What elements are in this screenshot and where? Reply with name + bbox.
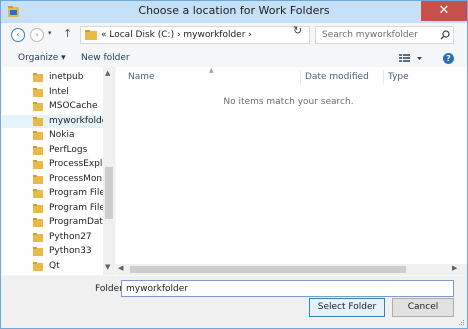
- sidebar-item-label: Nokia: [49, 130, 75, 140]
- file-list-pane: ▲ Name Date modified Type No items match…: [116, 67, 467, 275]
- breadcrumb[interactable]: « Local Disk (C:) › myworkfolder ›: [101, 30, 252, 40]
- scroll-down-icon[interactable]: ▼: [105, 263, 110, 271]
- sidebar-item[interactable]: Program Files: [2, 187, 110, 200]
- sidebar-item[interactable]: MSOCache: [2, 100, 103, 113]
- sidebar-item[interactable]: Python33: [2, 245, 103, 258]
- refresh-button[interactable]: ↻: [293, 24, 302, 37]
- folder-icon: [33, 218, 43, 227]
- back-button[interactable]: ‹: [11, 28, 25, 42]
- sidebar-item[interactable]: Nokia: [2, 129, 103, 142]
- sidebar-item-label: MSOCache: [49, 101, 98, 111]
- folder-icon: [33, 189, 43, 198]
- scrollbar-thumb[interactable]: [130, 266, 406, 273]
- sidebar-item-label: Python33: [49, 246, 92, 256]
- search-box[interactable]: Search myworkfolder: [315, 26, 454, 44]
- sidebar-item-label: Python27: [49, 231, 92, 242]
- folder-icon: [33, 261, 43, 271]
- sidebar-item[interactable]: Qt: [2, 260, 103, 273]
- column-divider[interactable]: [383, 70, 384, 84]
- cancel-button[interactable]: Cancel: [392, 298, 454, 317]
- scroll-left-icon[interactable]: ◀: [118, 264, 123, 272]
- sort-ascending-icon: ▲: [209, 67, 214, 74]
- sidebar-item[interactable]: Program Files (: [2, 202, 115, 215]
- folder-icon: [33, 131, 43, 140]
- select-folder-button[interactable]: Select Folder: [309, 298, 385, 317]
- recent-locations-button[interactable]: ▾: [48, 29, 52, 37]
- column-header-name[interactable]: Name: [128, 72, 155, 82]
- sidebar-item[interactable]: Python27: [2, 231, 103, 244]
- scroll-up-icon[interactable]: ▲: [105, 69, 110, 77]
- folder-icon: [85, 30, 97, 40]
- column-divider[interactable]: [300, 70, 301, 84]
- column-header-date-modified[interactable]: Date modified: [305, 72, 369, 82]
- folder-icon: [33, 174, 43, 184]
- sidebar-item[interactable]: inetpub: [2, 71, 103, 84]
- empty-message: No items match your search.: [223, 97, 354, 107]
- folder-picker-dialog: Choose a location for Work Folders ✕ ‹ ›…: [0, 0, 468, 329]
- sidebar-item-label: Intel: [49, 86, 69, 97]
- resize-grip-icon[interactable]: [459, 320, 465, 326]
- nav-vertical-scrollbar[interactable]: ▲ ▼: [103, 67, 115, 275]
- title-bar[interactable]: Choose a location for Work Folders ✕: [1, 1, 467, 23]
- close-button[interactable]: ✕: [421, 1, 467, 21]
- sidebar-item-label: PerfLogs: [49, 144, 88, 155]
- sidebar-item-label: Qt: [49, 260, 60, 271]
- search-icon[interactable]: [440, 30, 450, 40]
- folder-icon: [33, 87, 43, 97]
- content-horizontal-scrollbar[interactable]: ◀ ▶: [116, 264, 467, 275]
- folder-name-input[interactable]: [121, 280, 454, 297]
- folder-icon: [33, 73, 43, 82]
- sidebar-item-label: myworkfolder: [49, 115, 111, 126]
- window-title: Choose a location for Work Folders: [138, 4, 330, 17]
- column-header-type[interactable]: Type: [388, 72, 409, 82]
- command-toolbar: Organize ▾ New folder ?: [1, 48, 467, 68]
- folder-icon: [33, 232, 43, 242]
- sidebar-item[interactable]: ProcessMonito: [2, 173, 114, 186]
- search-input[interactable]: Search myworkfolder: [322, 30, 418, 40]
- sidebar-item-label: inetpub: [49, 72, 84, 82]
- help-button[interactable]: ?: [443, 53, 454, 64]
- up-button[interactable]: ↑: [63, 27, 72, 40]
- new-folder-button[interactable]: New folder: [81, 53, 130, 63]
- folder-icon: [33, 203, 43, 213]
- scrollbar-thumb[interactable]: [105, 167, 113, 219]
- folder-icon: [33, 160, 43, 169]
- folder-icon: [33, 116, 43, 126]
- sidebar-item[interactable]: Intel: [2, 86, 103, 99]
- folder-icon: [33, 102, 43, 111]
- sidebar-item-label: Program Files: [49, 188, 110, 198]
- folder-icon: [33, 145, 43, 155]
- sidebar-item[interactable]: ProgramData: [2, 216, 108, 229]
- navigation-pane: inetpub Intel MSOCache myworkfolder Nokia Per…: [2, 67, 115, 275]
- sidebar-item[interactable]: PerfLogs: [2, 144, 103, 157]
- sidebar-item[interactable]: myworkfolder: [2, 114, 111, 128]
- scroll-right-icon[interactable]: ▶: [452, 264, 457, 272]
- address-bar[interactable]: « Local Disk (C:) › myworkfolder › ▾: [80, 26, 366, 44]
- forward-button[interactable]: ›: [30, 28, 44, 42]
- organize-menu-button[interactable]: Organize ▾: [18, 53, 66, 63]
- folder-icon: [33, 247, 43, 256]
- change-view-icon[interactable]: [399, 53, 423, 63]
- dialog-footer: Folder: Select Folder Cancel: [1, 276, 467, 328]
- sidebar-item[interactable]: ProcessExplore: [2, 158, 115, 171]
- address-row: ‹ › ▾ ↑ « Local Disk (C:) › myworkfolder…: [1, 23, 467, 47]
- sidebar-item-label: ProgramData: [49, 217, 109, 227]
